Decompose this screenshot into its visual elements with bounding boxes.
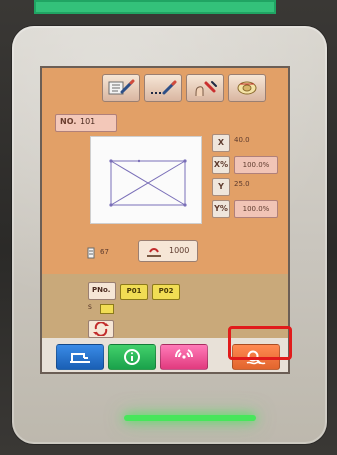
thread-spool-icon — [229, 75, 265, 101]
pno-label: PNo. — [92, 286, 111, 294]
stitch-button[interactable] — [144, 74, 182, 102]
pattern-preview — [90, 136, 202, 224]
sewing-machine-button[interactable] — [56, 344, 104, 370]
x-position-row: X 40.0 — [212, 134, 282, 152]
y-position-row: Y 25.0 — [212, 178, 282, 196]
y-scale-value[interactable]: 100.0% — [234, 200, 278, 218]
stitch-line-icon — [145, 75, 181, 101]
reset-button[interactable] — [88, 320, 114, 338]
y-scale-row: Y% 100.0% — [212, 200, 282, 218]
p01-label: P01 — [126, 287, 142, 295]
sewing-count-value: 1000 — [169, 246, 190, 255]
speed-icon — [84, 245, 98, 259]
pattern-number-field[interactable]: NO. 101 — [55, 114, 117, 132]
highlight-box — [228, 326, 292, 360]
thread-settings-button[interactable] — [228, 74, 266, 102]
sewing-count-button[interactable]: 1000 — [138, 240, 198, 262]
pattern-preview-drawing — [109, 159, 187, 207]
p02-label: P02 — [158, 287, 174, 295]
wireless-signal-icon — [161, 345, 207, 369]
counter-icon — [145, 245, 163, 259]
info-icon — [109, 345, 155, 369]
x-scale-row: X% 100.0% — [212, 156, 282, 174]
x-scale-button[interactable]: X% — [212, 156, 230, 174]
speed-value: 67 — [100, 248, 109, 256]
communication-button[interactable] — [160, 344, 208, 370]
pno-button[interactable]: PNo. — [88, 282, 116, 300]
hand-tools-icon — [187, 75, 223, 101]
top-toolbar — [42, 68, 288, 108]
info-button[interactable] — [108, 344, 156, 370]
sewing-machine-icon — [57, 345, 103, 369]
hand-tools-button[interactable] — [186, 74, 224, 102]
small-setting-row: S — [88, 304, 148, 316]
pattern-number-label: NO. — [60, 117, 77, 126]
edit-pattern-button[interactable] — [102, 74, 140, 102]
p02-button[interactable]: P02 — [152, 284, 180, 300]
x-scale-value[interactable]: 100.0% — [234, 156, 278, 174]
x-value: 40.0 — [234, 136, 250, 144]
y-label: Y — [212, 178, 230, 196]
small-setting-box[interactable] — [100, 304, 114, 314]
small-setting-label: S — [88, 304, 92, 311]
y-value: 25.0 — [234, 180, 250, 188]
p01-button[interactable]: P01 — [120, 284, 148, 300]
photo-frame: NO. 101 X 40.0 X% 100.0% Y 25.0 Y% 100.0… — [0, 0, 337, 455]
top-green-bar — [34, 0, 276, 14]
refresh-icon — [89, 321, 113, 337]
y-scale-button[interactable]: Y% — [212, 200, 230, 218]
pattern-number-value: 101 — [80, 117, 96, 126]
x-label: X — [212, 134, 230, 152]
green-led-indicator — [124, 415, 256, 421]
edit-pen-icon — [103, 75, 139, 101]
